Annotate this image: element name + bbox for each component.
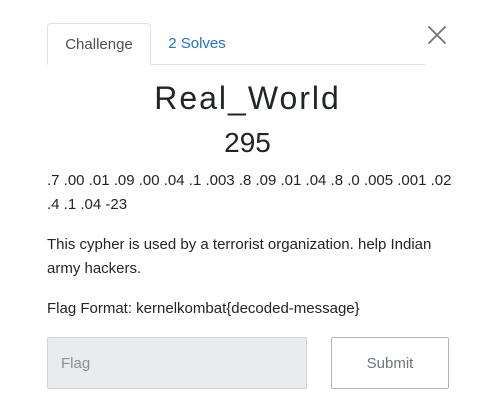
challenge-title: Real_World [154,80,341,116]
challenge-description: This cypher is used by a terrorist organ… [47,236,432,277]
challenge-cipher-text: .7 .00 .01 .09 .00 .04 .1 .003 .8 .09 .0… [47,172,452,213]
challenge-points: 295 [224,127,271,158]
flag-input[interactable] [47,337,307,389]
tab-solves[interactable]: 2 Solves [152,23,242,65]
flag-format-text: Flag Format: kernelkombat{decoded-messag… [47,300,360,317]
challenge-modal: Challenge 2 Solves Real_World 295 .7 .00… [0,0,495,411]
close-icon [428,26,446,44]
tab-bar: Challenge 2 Solves [47,23,425,65]
close-button[interactable] [425,23,449,47]
submit-button[interactable]: Submit [331,337,449,389]
tab-challenge[interactable]: Challenge [47,23,151,65]
